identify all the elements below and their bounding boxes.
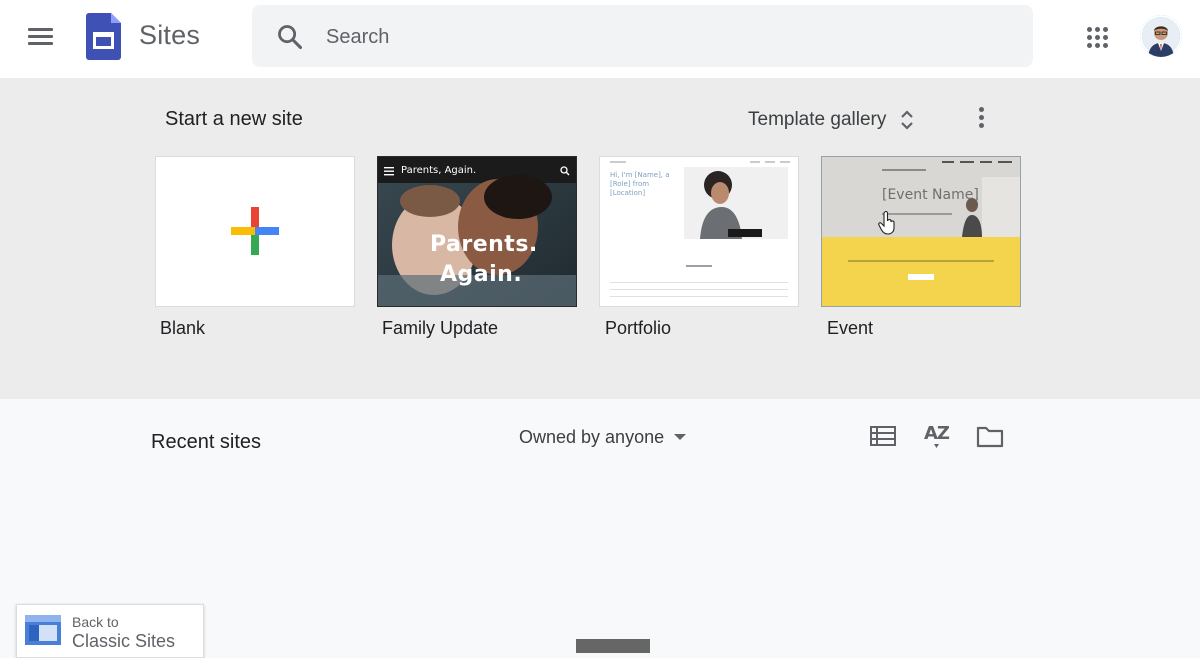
dropdown-arrow-icon[interactable] [674, 433, 687, 441]
plus-icon[interactable] [156, 157, 354, 306]
template-gallery-toggle[interactable]: Template gallery [748, 106, 914, 134]
template-card-portfolio[interactable]: Hi, I'm [Name], a [Role] from [Location] [599, 156, 799, 307]
template-gallery-label[interactable]: Template gallery [748, 109, 886, 131]
app-title[interactable]: Sites [139, 20, 200, 51]
top-app-bar: Sites [0, 0, 1200, 78]
template-card-event[interactable]: [Event Name] [821, 156, 1021, 307]
recent-sites-section: Recent sites Owned by anyone AZ Back to … [0, 399, 1200, 658]
family-thumb-header: Parents, Again. [401, 165, 477, 176]
recent-sites-heading: Recent sites [151, 431, 262, 453]
template-label-family-update[interactable]: Family Update [382, 318, 498, 339]
search-bar[interactable] [252, 5, 1033, 67]
sites-logo-icon[interactable] [86, 13, 121, 60]
owner-filter-label[interactable]: Owned by anyone [519, 427, 664, 448]
back-to-classic-sites-button[interactable]: Back to Classic Sites [16, 604, 204, 658]
apps-grid-icon[interactable] [1083, 23, 1113, 53]
sort-arrows [934, 444, 939, 448]
menu-icon [384, 167, 394, 176]
template-label-event[interactable]: Event [827, 318, 873, 339]
event-thumbnail [822, 157, 1020, 306]
list-view-icon[interactable] [870, 423, 898, 449]
classic-sites-icon [25, 615, 61, 645]
classic-sites-line1[interactable]: Back to [72, 614, 119, 630]
more-options-icon[interactable] [972, 104, 990, 132]
folder-icon[interactable] [976, 424, 1004, 450]
account-avatar[interactable] [1140, 15, 1182, 57]
sort-az-icon[interactable]: AZ [923, 421, 953, 451]
template-label-portfolio[interactable]: Portfolio [605, 318, 671, 339]
search-icon[interactable] [276, 23, 304, 51]
avatar-image [1142, 17, 1180, 57]
unfold-more-icon[interactable] [900, 108, 914, 132]
hand-pointer-icon [878, 211, 895, 235]
owner-filter-dropdown[interactable]: Owned by anyone [519, 425, 687, 449]
family-thumb-line1: Parents. [430, 232, 538, 257]
portfolio-thumb-intro: Hi, I'm [Name], a [Role] from [Location] [610, 171, 670, 197]
classic-sites-line2[interactable]: Classic Sites [72, 631, 175, 652]
search-icon [560, 166, 570, 176]
template-section: Start a new site Template gallery Blank [0, 78, 1200, 399]
template-card-family-update[interactable]: Parents, Again. Parents. Again. [377, 156, 577, 307]
event-thumb-title: [Event Name] [882, 187, 979, 203]
search-input[interactable] [324, 22, 1008, 52]
start-new-site-heading: Start a new site [165, 108, 303, 130]
family-thumb-line2: Again. [440, 262, 523, 287]
snackbar-fragment [576, 639, 650, 653]
template-label-blank[interactable]: Blank [160, 318, 205, 339]
template-card-blank[interactable] [155, 156, 355, 307]
main-menu-button[interactable] [22, 22, 58, 52]
